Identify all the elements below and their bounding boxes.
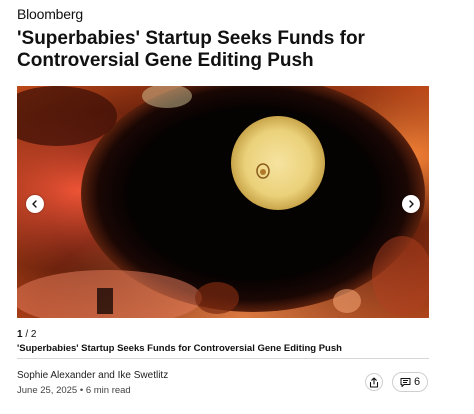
photo-gallery[interactable] — [17, 86, 429, 318]
gallery-counter: 1 / 2 — [17, 329, 36, 340]
share-button[interactable] — [365, 373, 383, 391]
chevron-left-icon — [32, 200, 37, 208]
gallery-photo — [17, 86, 429, 318]
article-page: Bloomberg 'Superbabies' Startup Seeks Fu… — [0, 0, 474, 414]
gallery-next-button[interactable] — [402, 195, 420, 213]
byline-authors[interactable]: Sophie Alexander and Ike Swetlitz — [17, 370, 168, 381]
share-icon — [369, 376, 379, 388]
brand-logo[interactable]: Bloomberg — [17, 6, 83, 22]
chevron-right-icon — [409, 200, 414, 208]
byline-dateline: June 25, 2025 • 6 min read — [17, 385, 131, 396]
gallery-counter-separator: / — [22, 329, 31, 340]
comments-button[interactable]: 6 — [392, 372, 428, 392]
gallery-total-count: 2 — [30, 329, 37, 340]
divider — [17, 358, 429, 359]
article-headline: 'Superbabies' Startup Seeks Funds for Co… — [17, 28, 365, 71]
gallery-prev-button[interactable] — [26, 195, 44, 213]
photo-caption: 'Superbabies' Startup Seeks Funds for Co… — [17, 343, 342, 354]
comments-count: 6 — [413, 376, 421, 388]
comment-icon — [400, 377, 411, 387]
